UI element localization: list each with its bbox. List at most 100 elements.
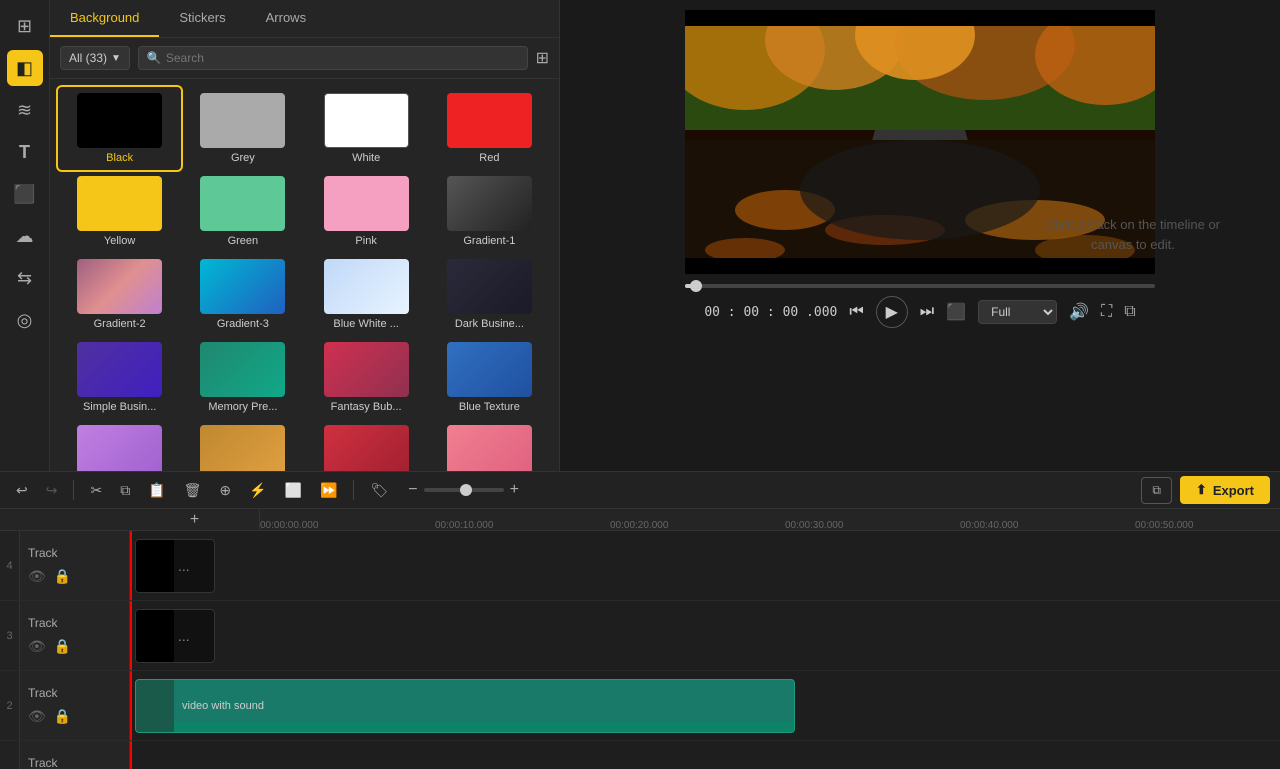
bg-item-fantasybub[interactable]: Fantasy Bub... (305, 336, 428, 419)
bg-item-row4a[interactable] (58, 419, 181, 471)
progress-bar-area[interactable] (685, 284, 1155, 288)
crop-button[interactable]: ⬜ (279, 478, 308, 503)
zoom-out-button[interactable]: − (408, 481, 417, 499)
copy-button[interactable]: ⧉ (114, 478, 136, 503)
bg-item-gradient1[interactable]: Gradient-1 (428, 170, 551, 253)
filter-label: All (33) (69, 51, 107, 65)
split-button[interactable]: ⚡ (243, 478, 272, 503)
track-name-2: Track (28, 686, 121, 700)
bg-label-gradient3: Gradient-3 (217, 318, 269, 330)
lock-icon-3[interactable]: 🔒 (54, 638, 71, 655)
export-button[interactable]: ⬆ Export (1180, 476, 1270, 504)
bg-item-white[interactable]: White (305, 87, 428, 170)
bg-item-gradient2[interactable]: Gradient-2 (58, 253, 181, 336)
step-back-button[interactable]: ⏮ (849, 303, 863, 321)
bg-swatch-yellow (77, 176, 162, 231)
chevron-down-icon: ▼ (111, 53, 121, 64)
bg-item-grey[interactable]: Grey (181, 87, 304, 170)
layout-icon[interactable]: ⧉ (1124, 303, 1135, 321)
lock-icon-2[interactable]: 🔒 (54, 708, 71, 725)
media-icon[interactable]: ◧ (7, 50, 43, 86)
track-content-1[interactable] (130, 741, 1280, 769)
clip-thumb-3 (136, 610, 174, 662)
visibility-icon-4[interactable]: 👁 (28, 568, 46, 585)
play-button[interactable]: ▶ (876, 296, 908, 328)
redo-button[interactable]: ↪ (40, 478, 64, 503)
ruler-mark-4: 00:00:40.000 (960, 520, 1018, 531)
delete-button[interactable]: 🗑 (178, 478, 208, 503)
track-content-3[interactable]: ... (130, 601, 1280, 670)
bg-item-red[interactable]: Red (428, 87, 551, 170)
bg-item-row4c[interactable] (305, 419, 428, 471)
bg-swatch-gradient3 (200, 259, 285, 314)
progress-thumb[interactable] (690, 280, 702, 292)
bg-label-pink: Pink (355, 235, 376, 247)
audio-icon[interactable]: ≋ (7, 92, 43, 128)
duplicate-button[interactable]: ⊕ (213, 478, 237, 503)
bg-item-row4d[interactable] (428, 419, 551, 471)
visibility-icon-3[interactable]: 👁 (28, 638, 46, 655)
bg-item-yellow[interactable]: Yellow (58, 170, 181, 253)
bg-item-bluetexture[interactable]: Blue Texture (428, 336, 551, 419)
tab-background[interactable]: Background (50, 0, 159, 37)
quality-select[interactable]: Full Half Quarter (978, 300, 1057, 324)
track-content-4[interactable]: ... (130, 531, 1280, 600)
bg-item-green[interactable]: Green (181, 170, 304, 253)
track-content-2[interactable]: video with sound (130, 671, 1280, 740)
bg-item-simplebiz[interactable]: Simple Busin... (58, 336, 181, 419)
bg-label-grey: Grey (231, 152, 255, 164)
search-input[interactable] (166, 51, 519, 65)
bg-label-red: Red (479, 152, 499, 164)
layers-icon[interactable]: ⊞ (7, 8, 43, 44)
clip-video-thumb-2 (136, 680, 174, 732)
clip-video-2[interactable]: video with sound (135, 679, 795, 733)
bg-item-black[interactable]: Black (58, 87, 181, 170)
bg-label-gradient1: Gradient-1 (463, 235, 515, 247)
clip-black-4[interactable]: ... (135, 539, 215, 593)
zoom-control: − + (408, 481, 519, 499)
visibility-icon-2[interactable]: 👁 (28, 708, 46, 725)
bg-swatch-red (447, 93, 532, 148)
copy-timeline-button[interactable]: ⧉ (1141, 477, 1172, 504)
bg-swatch-fantasybub (324, 342, 409, 397)
paste-button[interactable]: 📋 (142, 478, 171, 503)
bg-item-memorypre[interactable]: Memory Pre... (181, 336, 304, 419)
lock-icon-4[interactable]: 🔒 (54, 568, 71, 585)
bg-swatch-white (324, 93, 409, 148)
clip-black-3[interactable]: ... (135, 609, 215, 663)
fullscreen-icon[interactable]: ⛶ (1101, 303, 1112, 321)
step-forward-button[interactable]: ⏭ (920, 303, 934, 321)
grid-view-icon[interactable]: ⊞ (536, 48, 549, 68)
ruler-mark-2: 00:00:20.000 (610, 520, 668, 531)
volume-icon[interactable]: 🔊 (1069, 302, 1089, 322)
bg-swatch-darkbiz (447, 259, 532, 314)
sticker-icon[interactable]: ◎ (7, 302, 43, 338)
filter-icon[interactable]: ⇆ (7, 260, 43, 296)
bookmark-button[interactable]: 🏷 (364, 478, 394, 503)
filter-dropdown[interactable]: All (33) ▼ (60, 46, 130, 70)
search-box[interactable]: 🔍 (138, 46, 528, 70)
progress-track[interactable] (685, 284, 1155, 288)
bg-item-darkbiz[interactable]: Dark Busine... (428, 253, 551, 336)
effects-icon[interactable]: ☁ (7, 218, 43, 254)
text-icon[interactable]: T (7, 134, 43, 170)
tab-arrows[interactable]: Arrows (246, 0, 326, 37)
bg-item-bluewhite[interactable]: Blue White ... (305, 253, 428, 336)
zoom-in-button[interactable]: + (510, 481, 519, 499)
ruler-mark-0: 00:00:00.000 (260, 520, 318, 531)
bg-item-gradient3[interactable]: Gradient-3 (181, 253, 304, 336)
add-track-button[interactable]: + (130, 509, 260, 531)
cut-button[interactable]: ✂ (84, 478, 108, 503)
bg-item-pink[interactable]: Pink (305, 170, 428, 253)
transition-icon[interactable]: ⬛ (7, 176, 43, 212)
speed-button[interactable]: ⏩ (314, 478, 343, 503)
tab-stickers[interactable]: Stickers (159, 0, 245, 37)
track-number-4: 4 (0, 531, 20, 600)
bg-label-bluetexture: Blue Texture (459, 401, 520, 413)
zoom-thumb[interactable] (460, 484, 472, 496)
stop-button[interactable]: ⬛ (946, 302, 966, 322)
undo-button[interactable]: ↩ (10, 478, 34, 503)
bg-swatch-row4c (324, 425, 409, 471)
bg-item-row4b[interactable] (181, 419, 304, 471)
zoom-slider[interactable] (424, 488, 504, 492)
